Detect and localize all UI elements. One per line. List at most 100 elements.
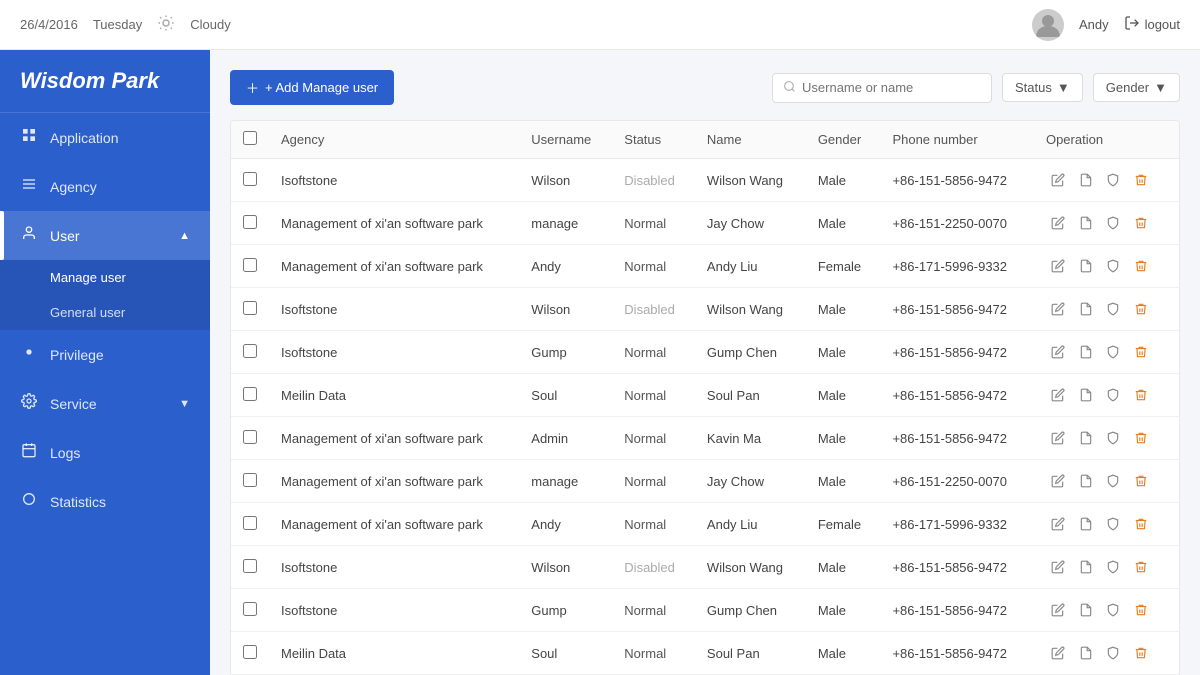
view-button[interactable] [1074, 340, 1098, 364]
row-checkbox-8[interactable] [243, 516, 257, 530]
view-button[interactable] [1074, 598, 1098, 622]
sidebar-item-application[interactable]: Application [0, 113, 210, 162]
shield-button[interactable] [1101, 340, 1125, 364]
cell-username: manage [519, 202, 612, 245]
delete-button[interactable] [1129, 512, 1153, 536]
delete-button[interactable] [1129, 254, 1153, 278]
sidebar-item-user-label: User [50, 228, 80, 244]
cell-name: Wilson Wang [695, 546, 806, 589]
row-checkbox-7[interactable] [243, 473, 257, 487]
shield-button[interactable] [1101, 383, 1125, 407]
row-checkbox-cell [231, 245, 269, 288]
view-button[interactable] [1074, 383, 1098, 407]
edit-button[interactable] [1046, 641, 1070, 665]
delete-button[interactable] [1129, 340, 1153, 364]
sidebar-item-agency[interactable]: Agency [0, 162, 210, 211]
cell-agency: Management of xi'an software park [269, 417, 519, 460]
logout-button[interactable]: logout [1124, 15, 1180, 34]
shield-button[interactable] [1101, 426, 1125, 450]
cell-operation [1034, 589, 1179, 632]
delete-button[interactable] [1129, 469, 1153, 493]
cell-status: Normal [612, 245, 695, 288]
row-checkbox-cell [231, 202, 269, 245]
table-row: Meilin Data Soul Normal Soul Pan Male +8… [231, 374, 1179, 417]
service-icon [20, 393, 38, 414]
view-button[interactable] [1074, 254, 1098, 278]
sidebar-item-statistics[interactable]: Statistics [0, 477, 210, 526]
gender-filter-label: Gender [1106, 80, 1149, 95]
edit-button[interactable] [1046, 211, 1070, 235]
edit-button[interactable] [1046, 254, 1070, 278]
edit-button[interactable] [1046, 598, 1070, 622]
delete-button[interactable] [1129, 555, 1153, 579]
status-filter-button[interactable]: Status ▼ [1002, 73, 1083, 102]
row-checkbox-5[interactable] [243, 387, 257, 401]
gender-filter-button[interactable]: Gender ▼ [1093, 73, 1180, 102]
edit-button[interactable] [1046, 426, 1070, 450]
edit-button[interactable] [1046, 555, 1070, 579]
header-phone: Phone number [880, 121, 1034, 159]
cell-gender: Male [806, 288, 881, 331]
sidebar-item-service[interactable]: Service ▼ [0, 379, 210, 428]
sidebar-item-manage-user[interactable]: Manage user [0, 260, 210, 295]
delete-button[interactable] [1129, 426, 1153, 450]
row-checkbox-3[interactable] [243, 301, 257, 315]
row-checkbox-6[interactable] [243, 430, 257, 444]
delete-button[interactable] [1129, 297, 1153, 321]
shield-button[interactable] [1101, 168, 1125, 192]
sub-nav-user: Manage user General user [0, 260, 210, 330]
sidebar-item-general-user[interactable]: General user [0, 295, 210, 330]
view-button[interactable] [1074, 555, 1098, 579]
cell-phone: +86-171-5996-9332 [880, 245, 1034, 288]
table-row: Management of xi'an software park Andy N… [231, 245, 1179, 288]
delete-button[interactable] [1129, 168, 1153, 192]
sidebar-item-logs[interactable]: Logs [0, 428, 210, 477]
search-input[interactable] [802, 80, 981, 95]
sidebar-item-user[interactable]: User ▲ [0, 211, 210, 260]
shield-button[interactable] [1101, 598, 1125, 622]
edit-button[interactable] [1046, 512, 1070, 536]
edit-button[interactable] [1046, 297, 1070, 321]
view-button[interactable] [1074, 469, 1098, 493]
content-area: ＋ + Add Manage user Status ▼ Gender ▼ [210, 50, 1200, 675]
sidebar-item-privilege[interactable]: Privilege [0, 330, 210, 379]
shield-button[interactable] [1101, 641, 1125, 665]
shield-button[interactable] [1101, 469, 1125, 493]
edit-button[interactable] [1046, 469, 1070, 493]
delete-button[interactable] [1129, 598, 1153, 622]
view-button[interactable] [1074, 426, 1098, 450]
view-button[interactable] [1074, 641, 1098, 665]
row-checkbox-0[interactable] [243, 172, 257, 186]
shield-button[interactable] [1101, 297, 1125, 321]
cell-name: Andy Liu [695, 245, 806, 288]
row-checkbox-4[interactable] [243, 344, 257, 358]
search-box[interactable] [772, 73, 992, 103]
row-checkbox-9[interactable] [243, 559, 257, 573]
delete-button[interactable] [1129, 641, 1153, 665]
cell-status: Disabled [612, 288, 695, 331]
edit-button[interactable] [1046, 383, 1070, 407]
view-button[interactable] [1074, 168, 1098, 192]
sidebar-item-privilege-label: Privilege [50, 347, 104, 363]
shield-button[interactable] [1101, 555, 1125, 579]
select-all-checkbox[interactable] [243, 131, 257, 145]
row-checkbox-1[interactable] [243, 215, 257, 229]
row-checkbox-2[interactable] [243, 258, 257, 272]
add-manage-user-button[interactable]: ＋ + Add Manage user [230, 70, 394, 105]
view-button[interactable] [1074, 297, 1098, 321]
delete-button[interactable] [1129, 383, 1153, 407]
edit-button[interactable] [1046, 340, 1070, 364]
shield-button[interactable] [1101, 254, 1125, 278]
service-chevron-icon: ▼ [179, 398, 190, 410]
cell-gender: Male [806, 589, 881, 632]
row-checkbox-11[interactable] [243, 645, 257, 659]
row-checkbox-10[interactable] [243, 602, 257, 616]
user-table-wrapper: Agency Username Status Name Gender Phone… [230, 120, 1180, 675]
shield-button[interactable] [1101, 512, 1125, 536]
edit-button[interactable] [1046, 168, 1070, 192]
view-button[interactable] [1074, 211, 1098, 235]
view-button[interactable] [1074, 512, 1098, 536]
cell-agency: Management of xi'an software park [269, 245, 519, 288]
shield-button[interactable] [1101, 211, 1125, 235]
delete-button[interactable] [1129, 211, 1153, 235]
